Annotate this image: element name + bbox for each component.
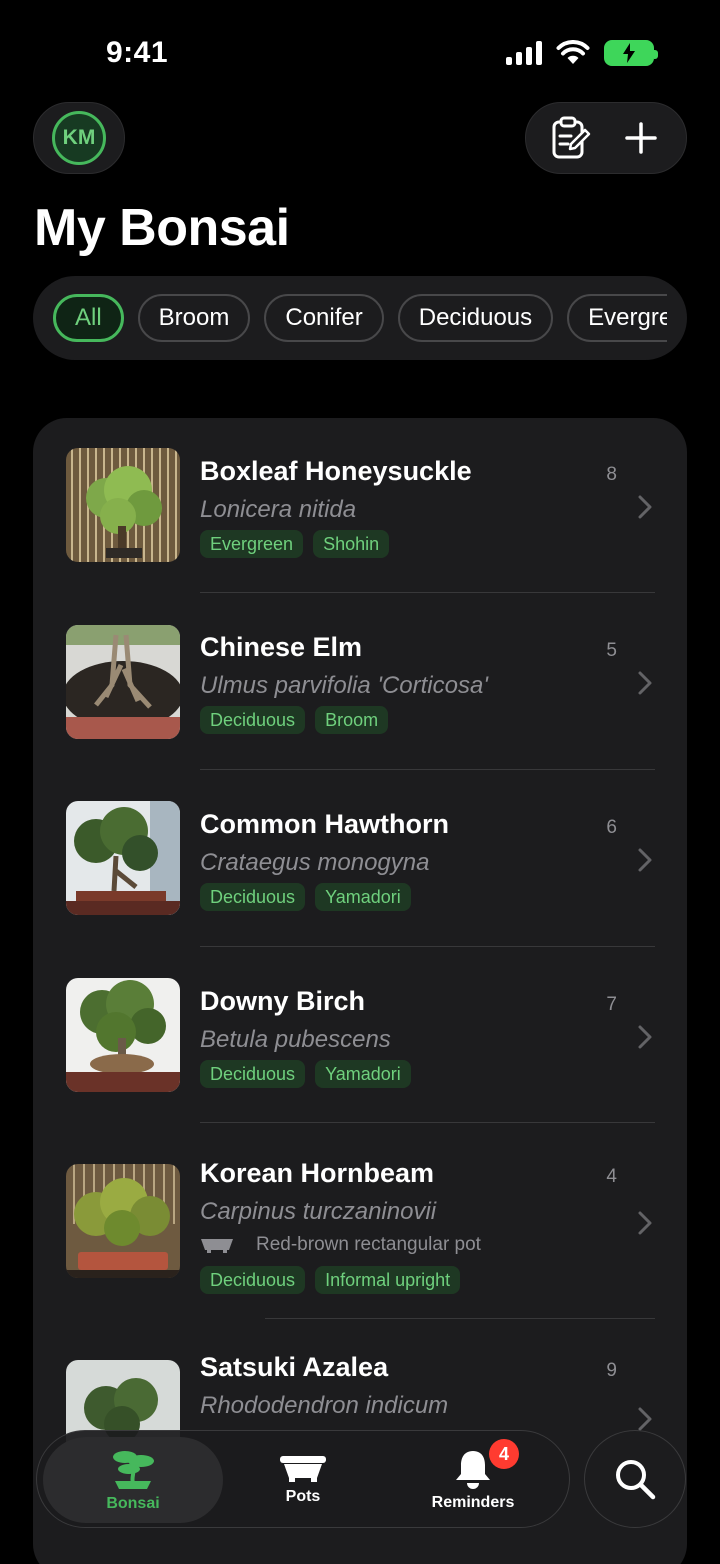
chevron-right-icon [638, 671, 652, 695]
tab-reminders[interactable]: Reminders 4 [393, 1431, 553, 1529]
divider [265, 1318, 655, 1319]
tab-label: Reminders [431, 1494, 515, 1511]
cellular-signal-icon [506, 41, 542, 65]
filter-bar: All Broom Conifer Deciduous Evergreen [33, 276, 687, 360]
tag: Deciduous [200, 706, 306, 734]
checklist-button[interactable] [543, 110, 599, 166]
tag: Shohin [313, 530, 390, 558]
search-button[interactable] [584, 1430, 686, 1528]
photo-count: 7 [606, 994, 617, 1015]
chevron-right-icon [638, 1025, 652, 1049]
tree-name: Chinese Elm [200, 632, 363, 662]
tree-name: Downy Birch [200, 986, 366, 1016]
divider [200, 946, 655, 947]
page-title: My Bonsai [34, 199, 290, 257]
tag: Yamadori [315, 883, 411, 911]
chevron-right-icon [638, 1211, 652, 1235]
tree-scientific-name: Carpinus turczaninovii [200, 1198, 437, 1225]
pot-name: Red-brown rectangular pot [256, 1234, 481, 1255]
tab-label: Pots [285, 1488, 321, 1505]
tag: Deciduous [200, 883, 306, 911]
pot-info: Red-brown rectangular pot [200, 1234, 481, 1256]
photo-count: 8 [606, 464, 617, 485]
chevron-right-icon [638, 495, 652, 519]
status-time: 9:41 [106, 36, 169, 69]
tag: Informal upright [315, 1266, 461, 1294]
clipboard-edit-icon [552, 116, 591, 159]
tree-photo [66, 801, 180, 915]
tree-photo [66, 448, 180, 562]
tag: Deciduous [200, 1266, 306, 1294]
reminders-badge: 4 [489, 1439, 519, 1469]
tree-scientific-name: Lonicera nitida [200, 496, 357, 523]
tree-scientific-name: Crataegus monogyna [200, 849, 430, 876]
header-actions [525, 102, 687, 174]
tree-photo [66, 625, 180, 739]
tag-list: Deciduous Broom [200, 706, 389, 734]
tree-scientific-name: Betula pubescens [200, 1026, 391, 1053]
photo-count: 9 [606, 1360, 617, 1381]
tree-scientific-name: Rhododendron indicum [200, 1392, 449, 1419]
tab-pots[interactable]: Pots [223, 1431, 383, 1529]
tree-photo [66, 978, 180, 1092]
profile-button[interactable]: KM [33, 102, 125, 174]
list-item[interactable]: Chinese Elm Ulmus parvifolia 'Corticosa'… [33, 594, 687, 771]
tree-photo [66, 1164, 180, 1278]
tag-list: Evergreen Shohin [200, 530, 390, 558]
list-item[interactable]: Korean Hornbeam Carpinus turczaninovii 4… [33, 1124, 687, 1320]
pot-icon [280, 1456, 326, 1482]
tree-scientific-name: Ulmus parvifolia 'Corticosa' [200, 672, 488, 699]
divider [200, 592, 655, 593]
bell-icon [456, 1451, 490, 1489]
list-item[interactable]: Common Hawthorn Crataegus monogyna 6 Dec… [33, 771, 687, 948]
tag: Evergreen [200, 530, 304, 558]
tag: Broom [315, 706, 389, 734]
filter-chip-evergreen[interactable]: Evergreen [567, 294, 667, 342]
divider [200, 769, 655, 770]
chevron-right-icon [638, 1407, 652, 1431]
add-bonsai-button[interactable] [613, 110, 669, 166]
filter-chip-conifer[interactable]: Conifer [264, 294, 384, 342]
pot-icon [201, 1239, 233, 1253]
plus-icon [625, 122, 657, 154]
filter-chip-all[interactable]: All [53, 294, 124, 342]
tree-name: Boxleaf Honeysuckle [200, 456, 472, 486]
search-icon [616, 1460, 656, 1500]
photo-count: 5 [606, 640, 617, 661]
filter-chip-broom[interactable]: Broom [137, 294, 251, 342]
tab-label: Bonsai [106, 1495, 160, 1512]
battery-charging-icon [604, 40, 658, 66]
list-item[interactable]: Downy Birch Betula pubescens 7 Deciduous… [33, 948, 687, 1124]
list-item[interactable]: Boxleaf Honeysuckle Lonicera nitida 8 Ev… [33, 418, 687, 594]
tag-list: Deciduous Yamadori [200, 883, 411, 911]
tag: Deciduous [200, 1060, 306, 1088]
tab-bar: Bonsai Pots Reminders 4 [36, 1430, 570, 1528]
photo-count: 6 [606, 817, 617, 838]
chevron-right-icon [638, 848, 652, 872]
tree-name: Korean Hornbeam [200, 1158, 435, 1188]
tag-list: Deciduous Yamadori [200, 1060, 411, 1088]
tree-name: Common Hawthorn [200, 809, 449, 839]
status-icons [506, 40, 658, 66]
avatar: KM [52, 111, 106, 165]
tab-bonsai[interactable]: Bonsai [43, 1437, 223, 1523]
tree-name: Satsuki Azalea [200, 1352, 389, 1382]
tag-list: Deciduous Informal upright [200, 1266, 461, 1294]
status-bar: 9:41 [0, 0, 720, 100]
tag: Yamadori [315, 1060, 411, 1088]
wifi-icon [556, 40, 590, 64]
bonsai-icon [113, 1451, 154, 1489]
divider [200, 1122, 655, 1123]
filter-chip-deciduous[interactable]: Deciduous [397, 294, 554, 342]
filter-chips: All Broom Conifer Deciduous Evergreen [53, 294, 667, 342]
photo-count: 4 [606, 1166, 617, 1187]
bonsai-list: Boxleaf Honeysuckle Lonicera nitida 8 Ev… [33, 418, 687, 1564]
